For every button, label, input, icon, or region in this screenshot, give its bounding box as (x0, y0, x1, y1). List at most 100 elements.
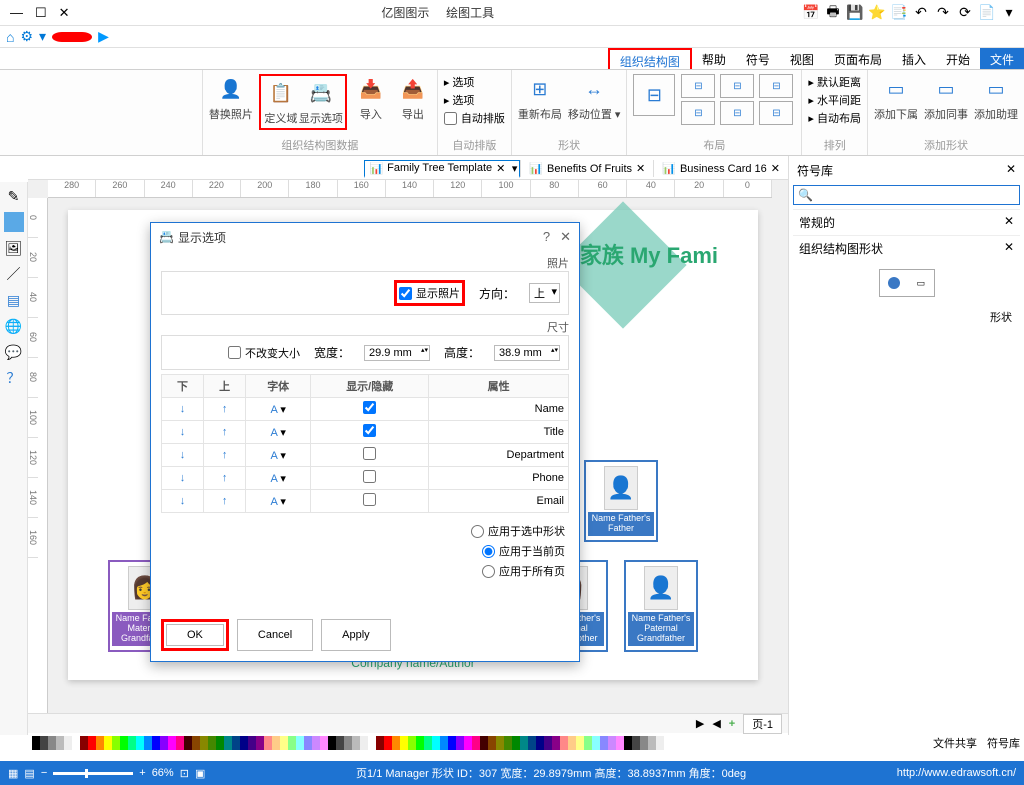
qat-more-icon[interactable]: ▾ (1000, 4, 1018, 22)
qat-cal-icon[interactable]: 📅 (802, 4, 820, 22)
color-swatch[interactable] (352, 736, 360, 750)
page-nav-prev[interactable]: ◀ (712, 717, 720, 730)
tab-file[interactable]: 文件 (980, 48, 1024, 69)
color-swatch[interactable] (592, 736, 600, 750)
add-assistant-button[interactable]: ▭添加助理 (974, 74, 1018, 122)
home-icon[interactable]: ⌂ (6, 29, 14, 45)
display-options-button[interactable]: 📇显示选项 (299, 78, 343, 126)
color-swatch[interactable] (304, 736, 312, 750)
color-swatch[interactable] (544, 736, 552, 750)
color-swatch[interactable] (656, 736, 664, 750)
opt-1[interactable]: ▸ 选项 (444, 74, 475, 90)
color-swatch[interactable] (160, 736, 168, 750)
qat-save-icon[interactable]: 💾 (846, 4, 864, 22)
status-extra-icon-2[interactable]: ▣ (195, 767, 205, 780)
apply-radio[interactable]: 应用于选中形状 (471, 523, 565, 539)
tab-layout[interactable]: 页面布局 (824, 48, 892, 69)
color-swatch[interactable] (616, 736, 624, 750)
view-mode-icon-2[interactable]: ▤ (24, 767, 34, 780)
qat-star-icon[interactable]: ⭐ (868, 4, 886, 22)
qat-refresh-icon[interactable]: ⟳ (956, 4, 974, 22)
qat-print-icon[interactable]: 🖶 (824, 4, 842, 22)
view-mode-icon[interactable]: ▦ (8, 767, 18, 780)
color-swatch[interactable] (344, 736, 352, 750)
color-swatch[interactable] (400, 736, 408, 750)
close-icon[interactable]: ✕ (59, 5, 70, 21)
dropdown-icon[interactable]: ▾ (39, 28, 46, 45)
layout-opt-4[interactable]: ⊟ (681, 101, 715, 125)
color-swatch[interactable] (80, 736, 88, 750)
play-icon[interactable]: ▶ (98, 28, 109, 45)
color-swatch[interactable] (256, 736, 264, 750)
color-swatch[interactable] (632, 736, 640, 750)
color-swatch[interactable] (368, 736, 376, 750)
color-swatch[interactable] (472, 736, 480, 750)
define-fields-button[interactable]: 📋定义域 (263, 78, 299, 126)
color-swatch[interactable] (640, 736, 648, 750)
tab-insert[interactable]: 插入 (892, 48, 936, 69)
sp-row-general[interactable]: 常规的 (799, 214, 835, 231)
qat-new-icon[interactable]: 📄 (978, 4, 996, 22)
color-swatch[interactable] (408, 736, 416, 750)
color-swatch[interactable] (504, 736, 512, 750)
show-field-checkbox[interactable] (363, 424, 376, 437)
org-node-father-father[interactable]: 👤 Name Father's Father (584, 460, 658, 542)
color-swatch[interactable] (104, 736, 112, 750)
color-swatch[interactable] (328, 736, 336, 750)
maximize-icon[interactable]: ☐ (35, 5, 47, 21)
sp-shape-preview[interactable]: ▭ (879, 269, 935, 297)
page-nav-next[interactable]: ▶ (696, 717, 704, 730)
cancel-button[interactable]: Cancel (237, 619, 313, 651)
doctab-family-tree[interactable]: 📊Family Tree Template✕ (364, 160, 520, 178)
color-swatch[interactable] (120, 736, 128, 750)
status-extra-icon[interactable]: ⊡ (180, 767, 189, 780)
sp-row-close-2[interactable]: ✕ (1004, 240, 1014, 257)
gear-icon[interactable]: ⚙ (20, 28, 33, 45)
chat-icon[interactable]: 💬 (4, 342, 24, 362)
file-share[interactable]: 文件共享 (933, 735, 977, 751)
sp-row-orgshapes[interactable]: 组织结构图形状 (799, 240, 883, 257)
tab-view[interactable]: 视图 (780, 48, 824, 69)
color-swatch[interactable] (232, 736, 240, 750)
color-swatch[interactable] (288, 736, 296, 750)
minimize-icon[interactable]: — (10, 5, 23, 21)
layout-opt-2[interactable]: ⊟ (720, 74, 754, 98)
close-tab-icon[interactable]: ✕ (636, 162, 645, 175)
show-field-checkbox[interactable] (363, 470, 376, 483)
color-swatch[interactable] (224, 736, 232, 750)
color-swatch[interactable] (88, 736, 96, 750)
add-colleague-button[interactable]: ▭添加同事 (924, 74, 968, 122)
color-swatch[interactable] (608, 736, 616, 750)
doc-icon[interactable]: ▤ (4, 290, 24, 310)
direction-select[interactable]: 上 (529, 283, 560, 303)
globe-icon[interactable]: 🌐 (4, 316, 24, 336)
default-distance[interactable]: ▸ 默认距离 (808, 74, 861, 90)
color-swatch[interactable] (624, 736, 632, 750)
auto-layout[interactable]: ▸ 自动布局 (808, 110, 861, 126)
color-swatch[interactable] (32, 736, 40, 750)
color-swatch[interactable] (584, 736, 592, 750)
color-swatch[interactable] (416, 736, 424, 750)
add-subordinate-button[interactable]: ▭添加下属 (874, 74, 918, 122)
tab-orgchart[interactable]: 组织结构图 (608, 48, 692, 69)
color-swatch[interactable] (208, 736, 216, 750)
close-tab-icon[interactable]: ✕ (496, 162, 505, 175)
height-input[interactable]: 38.9 mm (494, 345, 560, 361)
color-swatch[interactable] (336, 736, 344, 750)
show-field-checkbox[interactable] (363, 447, 376, 460)
replace-photo-button[interactable]: 👤替换照片 (209, 74, 253, 122)
tab-start[interactable]: 开始 (936, 48, 980, 69)
show-field-checkbox[interactable] (363, 493, 376, 506)
zoom-control[interactable]: ▦ ▤ −+ 66% ⊡ ▣ (8, 767, 205, 780)
pointer-icon[interactable]: ✎ (4, 186, 24, 206)
apply-radio[interactable]: 应用于当前页 (482, 543, 565, 559)
color-swatch[interactable] (272, 736, 280, 750)
close-tab-icon[interactable]: ✕ (771, 162, 780, 175)
layout-opt-6[interactable]: ⊟ (759, 101, 793, 125)
color-swatch[interactable] (248, 736, 256, 750)
color-swatch[interactable] (464, 736, 472, 750)
layout-large[interactable]: ⊟ (633, 74, 675, 116)
color-swatch[interactable] (448, 736, 456, 750)
dialog-help-icon[interactable]: ? (543, 229, 550, 245)
tab-symbol[interactable]: 符号 (736, 48, 780, 69)
